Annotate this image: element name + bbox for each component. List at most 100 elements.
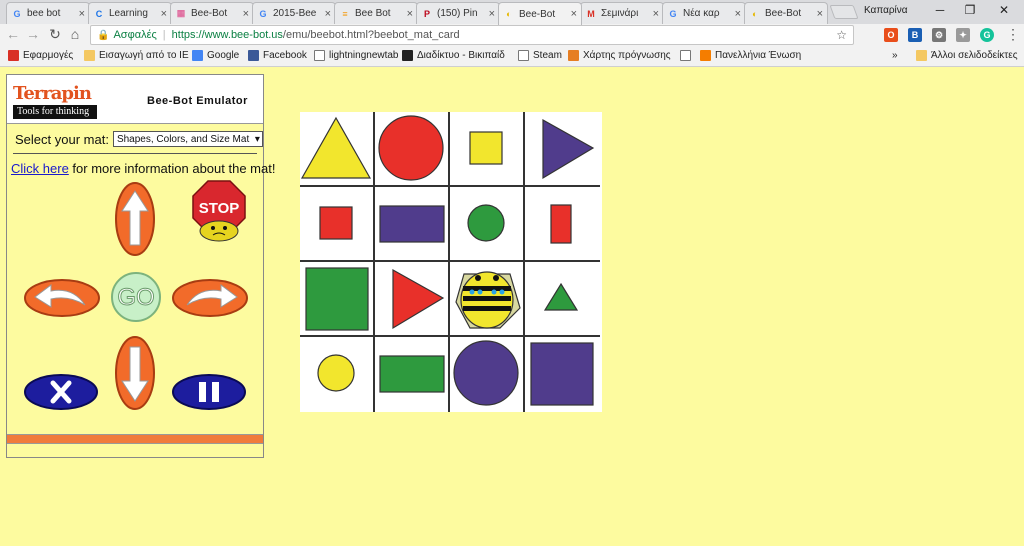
mat-cell	[525, 337, 600, 412]
bookmark-item[interactable]: Google	[192, 50, 239, 61]
grammarly-extension-icon[interactable]: G	[980, 28, 994, 42]
forward-icon[interactable]: →	[24, 26, 42, 42]
bookmarks-bar: Εφαρμογές Εισαγωγή από το IE Google Faceboo…	[0, 46, 1024, 67]
tab-close-icon[interactable]: ×	[489, 8, 495, 20]
shapes-mat	[300, 112, 602, 412]
emulator-title: Bee-Bot Emulator	[147, 95, 248, 107]
pause-button[interactable]	[171, 373, 247, 411]
bookmark-item[interactable]: Χάρτης πρόγνωσης	[568, 50, 671, 61]
tab-title: 2015-Bee	[273, 8, 317, 19]
profile-name[interactable]: Καπαρίνα	[864, 5, 908, 16]
close-window-icon[interactable]: ✕	[994, 3, 1014, 17]
mat-cell	[375, 112, 450, 187]
page-icon	[518, 50, 529, 61]
mat-cell	[375, 262, 450, 337]
bookmark-item[interactable]: lightningnewtab	[314, 50, 399, 61]
mat-cell	[450, 187, 525, 262]
forward-button[interactable]	[114, 181, 156, 257]
program-progress-bar	[7, 434, 263, 444]
b-extension-icon[interactable]: B	[908, 28, 922, 42]
go-label: GO	[117, 284, 154, 311]
bookmark-item[interactable]	[680, 50, 695, 61]
tab-close-icon[interactable]: ×	[407, 8, 413, 20]
browser-tab[interactable]: Gbee bot ×	[6, 2, 90, 24]
office-extension-icon[interactable]: O	[884, 28, 898, 42]
bookmark-item[interactable]: Διαδίκτυο - Βικιπαίδ	[402, 50, 505, 61]
browser-tab[interactable]: M Σεμινάρι ×	[580, 2, 664, 24]
tab-favicon-icon: ≡	[342, 8, 348, 19]
stop-bee-icon: STOP	[192, 180, 246, 242]
bookmark-star-icon[interactable]: ☆	[836, 28, 847, 42]
bookmark-label: Steam	[533, 50, 562, 61]
tab-close-icon[interactable]: ×	[325, 8, 331, 20]
browser-tab[interactable]: ◐ Bee-Bot ×	[744, 2, 828, 24]
tab-close-icon[interactable]: ×	[161, 8, 167, 20]
clear-button[interactable]	[23, 373, 99, 411]
folder-icon	[84, 50, 95, 61]
bookmark-item[interactable]: Facebook	[248, 50, 307, 61]
browser-tab[interactable]: ≡ Bee Bot ×	[334, 2, 418, 24]
other-bookmarks[interactable]: Άλλοι σελιδοδείκτες	[916, 50, 1018, 61]
rectangle-tall-shape	[550, 204, 572, 244]
tab-close-icon[interactable]: ×	[817, 8, 823, 20]
tab-close-icon[interactable]: ×	[79, 8, 85, 20]
apps-icon	[8, 50, 19, 61]
tab-favicon-icon: G	[13, 8, 21, 19]
bookmark-item[interactable]: Εφαρμογές	[8, 50, 73, 61]
backward-button[interactable]	[114, 335, 156, 411]
home-icon[interactable]: ⌂	[66, 26, 84, 42]
minimize-icon[interactable]: ─	[930, 3, 950, 17]
browser-tab[interactable]: P (150) Pin ×	[416, 2, 500, 24]
turn-right-button[interactable]	[171, 277, 249, 319]
browser-tab[interactable]: G 2015-Bee ×	[252, 2, 336, 24]
emulator-panel: Terrapin Tools for thinking Bee-Bot Emul…	[6, 74, 275, 458]
tab-strip: Gbee bot × C Learning × ▦ Bee-Bot × G 2015-Bee × ≡ B…	[0, 0, 1024, 25]
bookmark-item[interactable]: Steam	[518, 50, 562, 61]
divider	[13, 153, 257, 154]
settings-extension-icon[interactable]: ⚙	[932, 28, 946, 42]
tab-title: Σεμινάρι	[601, 8, 639, 19]
browser-tab[interactable]: C Learning ×	[88, 2, 172, 24]
go-button[interactable]: GO	[110, 271, 162, 323]
rectangle-shape	[379, 205, 445, 243]
restore-icon[interactable]: ❐	[960, 3, 980, 17]
tab-favicon-icon: ▦	[176, 8, 186, 18]
bookmark-item[interactable]: Πανελλήνια Ένωση	[700, 50, 801, 61]
mat-cell	[525, 187, 600, 262]
mat-select[interactable]: Shapes, Colors, and Size Mat ▾	[112, 131, 263, 147]
mat-cell	[525, 112, 600, 187]
blogger-icon	[700, 50, 711, 61]
tab-title: Νέα καρ	[683, 8, 720, 19]
mat-select-label: Select your mat:	[15, 131, 109, 147]
tab-favicon-icon: C	[95, 8, 103, 19]
google-icon	[192, 50, 203, 61]
bookmark-label: Facebook	[263, 50, 307, 61]
page-icon	[680, 50, 691, 61]
bookmark-item[interactable]: Εισαγωγή από το IE	[84, 50, 189, 61]
square-shape	[530, 342, 594, 406]
mat-cell	[375, 337, 450, 412]
mat-cell	[450, 112, 525, 187]
address-bar[interactable]: 🔒 Ασφαλές | https://www.bee-bot.us/emu/b…	[90, 25, 854, 45]
new-tab-button[interactable]	[829, 5, 859, 19]
tab-favicon-icon: ◐	[752, 8, 758, 19]
bookmark-label: Εισαγωγή από το IE	[99, 50, 189, 61]
mat-info-link[interactable]: Click here	[11, 161, 69, 176]
tab-close-icon[interactable]: ×	[243, 8, 249, 20]
puzzle-extension-icon[interactable]: ✦	[956, 28, 970, 42]
triangle-right-shape	[392, 268, 445, 330]
browser-tab[interactable]: ◐ Bee-Bot ×	[498, 2, 582, 25]
browser-tab[interactable]: G Νέα καρ ×	[662, 2, 746, 24]
tab-close-icon[interactable]: ×	[735, 8, 741, 20]
tab-close-icon[interactable]: ×	[571, 8, 577, 20]
chevron-down-icon: ▾	[254, 133, 260, 145]
tab-favicon-icon: P	[423, 8, 430, 19]
chrome-menu-icon[interactable]: ⋮	[1004, 26, 1022, 43]
back-icon[interactable]: ←	[4, 26, 22, 42]
tab-close-icon[interactable]: ×	[653, 8, 659, 20]
reload-icon[interactable]: ↻	[46, 26, 64, 43]
browser-tab[interactable]: ▦ Bee-Bot ×	[170, 2, 254, 24]
mat-cell	[450, 337, 525, 412]
bookmarks-more-button[interactable]: »	[892, 50, 898, 61]
turn-left-button[interactable]	[23, 277, 101, 319]
